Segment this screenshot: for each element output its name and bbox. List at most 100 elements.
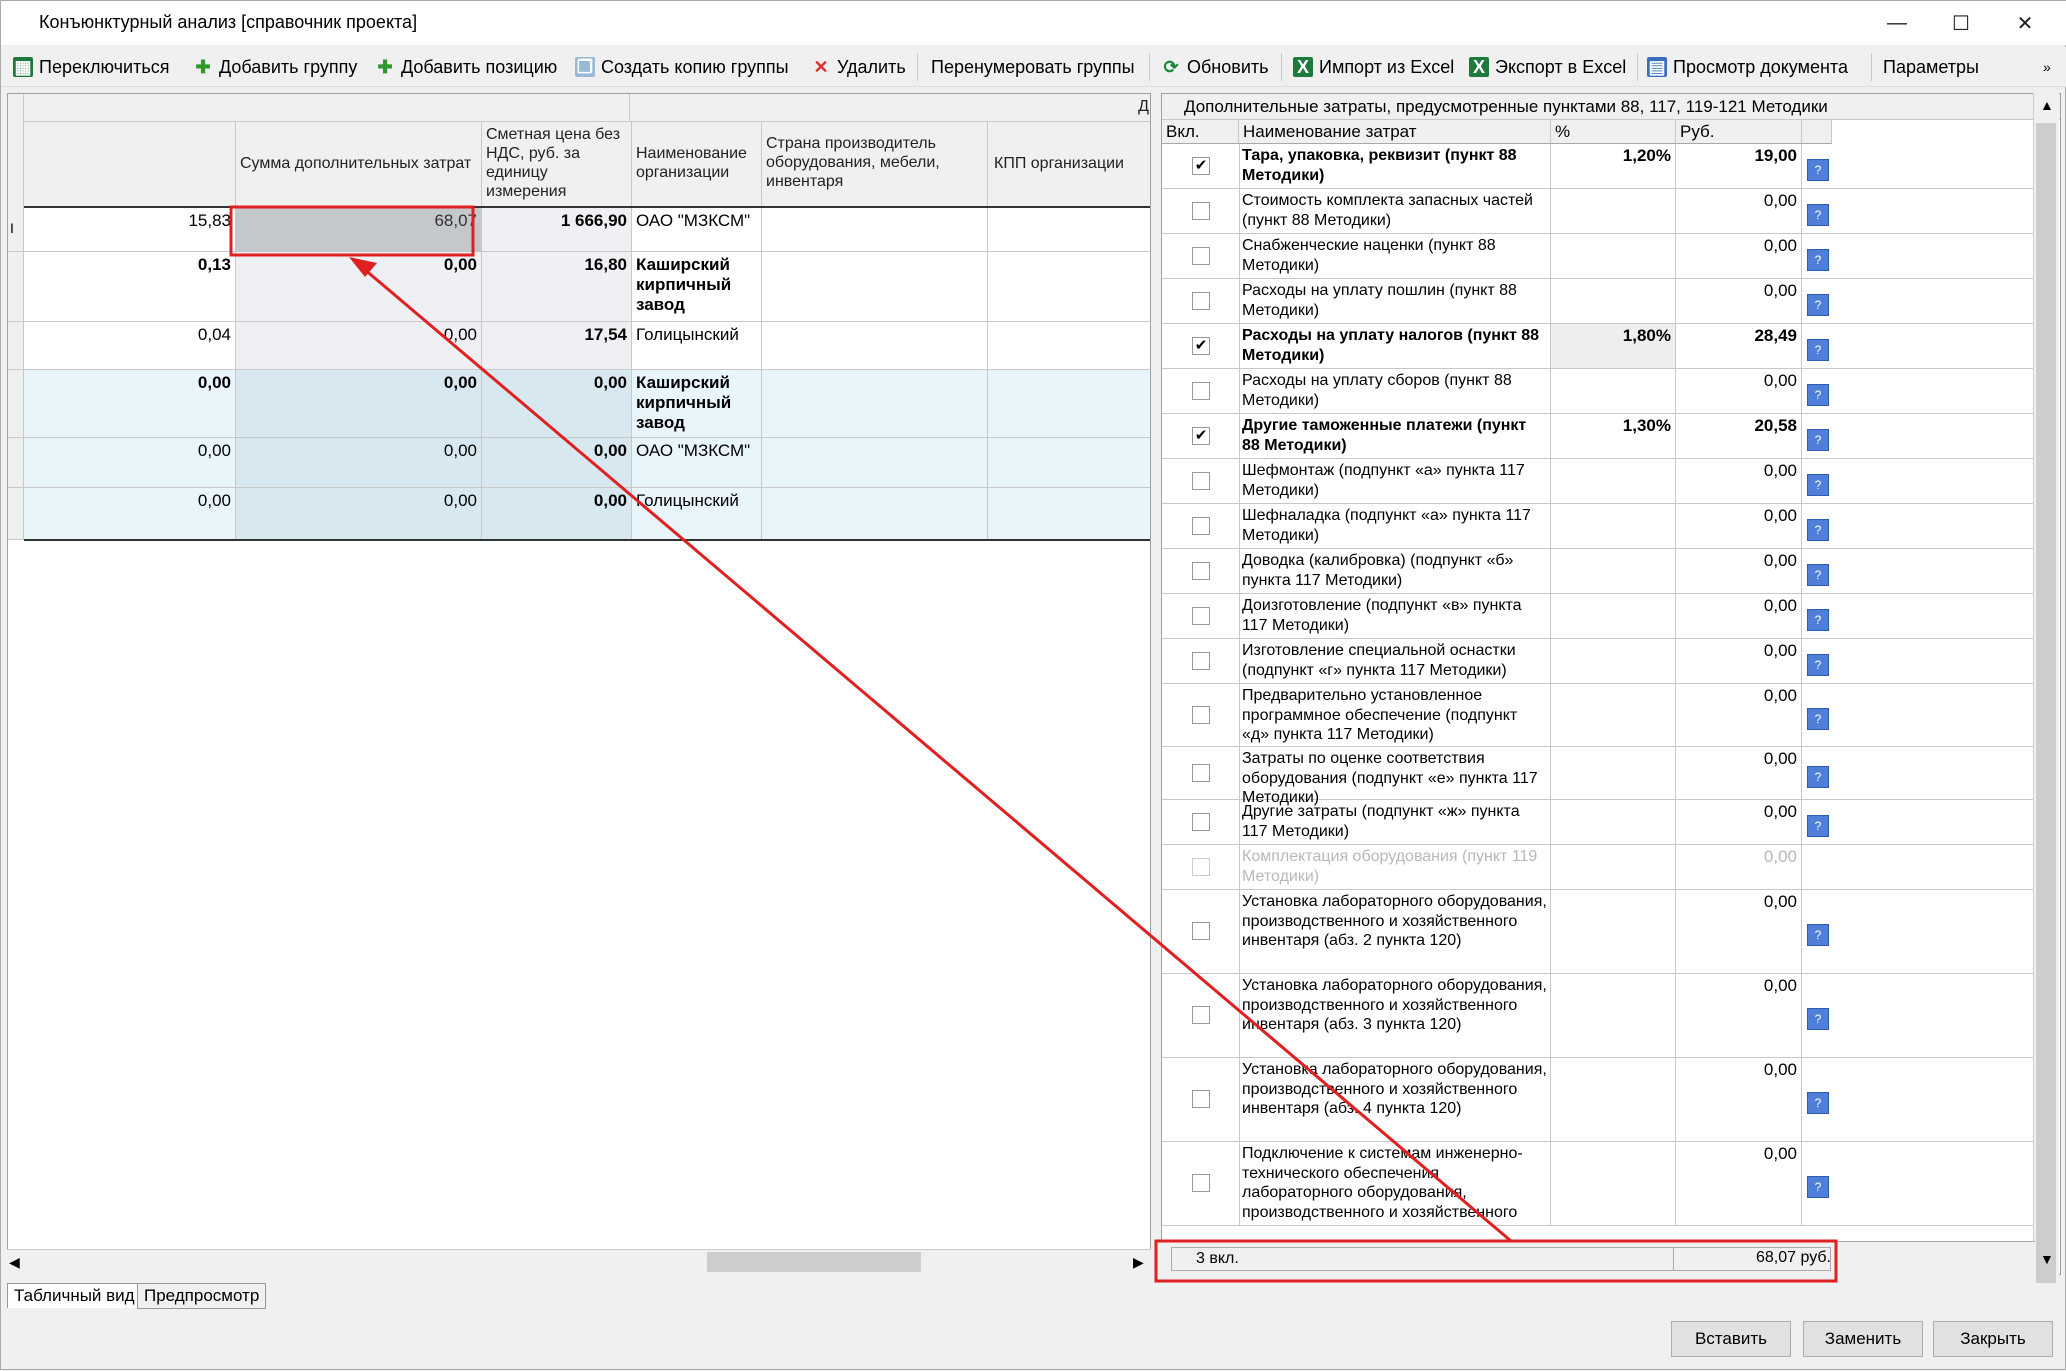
extra-cost-row[interactable]: ✔ Тара, упаковка, реквизит (пункт 88 Мето… <box>1162 144 2036 189</box>
help-icon[interactable]: ? <box>1807 1176 1829 1198</box>
cost-percent[interactable] <box>1551 504 1676 548</box>
help-icon[interactable]: ? <box>1807 708 1829 730</box>
help-icon[interactable]: ? <box>1807 519 1829 541</box>
help-icon[interactable]: ? <box>1807 474 1829 496</box>
enable-checkbox[interactable]: ✔ <box>1192 337 1210 355</box>
cost-percent[interactable] <box>1551 549 1676 593</box>
enable-checkbox[interactable]: ✔ <box>1192 157 1210 175</box>
scroll-up-icon[interactable]: ▲ <box>2040 97 2054 113</box>
cost-rub[interactable]: 0,00 <box>1676 549 1802 593</box>
cost-rub[interactable]: 28,49 <box>1676 324 1802 368</box>
cost-percent[interactable] <box>1551 189 1676 233</box>
insert-button[interactable]: Вставить <box>1671 1321 1791 1357</box>
help-icon[interactable]: ? <box>1807 429 1829 451</box>
cost-percent[interactable] <box>1551 1058 1676 1141</box>
cell-price[interactable]: 0,00 <box>482 370 632 438</box>
import-excel-button[interactable]: X Импорт из Excel <box>1293 53 1454 81</box>
extra-cost-row[interactable]: ✔ Расходы на уплату налогов (пункт 88 Мет… <box>1162 324 2036 369</box>
cost-percent[interactable] <box>1551 369 1676 413</box>
cell-org[interactable]: ОАО "МЗКСМ" <box>632 438 762 488</box>
add-position-button[interactable]: ✚ Добавить позицию <box>375 53 557 81</box>
enable-checkbox[interactable] <box>1192 382 1210 400</box>
cell-org[interactable]: Каширский кирпичный завод <box>632 252 762 322</box>
cell-sum-add[interactable]: 68,07 <box>236 208 482 252</box>
extra-cost-row[interactable]: Изготовление специальной оснастки (подпу… <box>1162 639 2036 684</box>
vertical-scrollbar[interactable]: ▲ ▼ <box>2033 93 2059 1283</box>
cell-price[interactable]: 0,00 <box>482 488 632 540</box>
cost-rub[interactable]: 0,00 <box>1676 800 1802 844</box>
cost-rub[interactable]: 0,00 <box>1676 459 1802 503</box>
col-header-kpp[interactable]: КПП организации <box>988 122 1150 208</box>
cell-kpp[interactable] <box>988 322 1150 370</box>
help-icon[interactable]: ? <box>1807 294 1829 316</box>
row-indicator[interactable] <box>8 252 24 322</box>
cost-percent[interactable]: 1,80% <box>1551 324 1676 368</box>
enable-checkbox[interactable] <box>1192 858 1210 876</box>
cell-kpp[interactable] <box>988 438 1150 488</box>
cost-rub[interactable]: 0,00 <box>1676 1142 1802 1225</box>
extra-cost-row[interactable]: Доводка (калибровка) (подпункт «б» пункт… <box>1162 549 2036 594</box>
cell-price[interactable]: 16,80 <box>482 252 632 322</box>
cost-percent[interactable] <box>1551 1142 1676 1225</box>
col-header-price[interactable]: Сметная цена без НДС, руб. за единицу из… <box>482 122 632 208</box>
cost-rub[interactable]: 0,00 <box>1676 369 1802 413</box>
help-icon[interactable]: ? <box>1807 564 1829 586</box>
extra-cost-row[interactable]: Установка лабораторного оборудования, пр… <box>1162 890 2036 974</box>
row-indicator[interactable] <box>8 370 24 438</box>
cell-price[interactable]: 1 666,90 <box>482 208 632 252</box>
extra-cost-row[interactable]: Другие затраты (подпункт «ж» пункта 117 … <box>1162 800 2036 845</box>
cost-rub[interactable]: 0,00 <box>1676 504 1802 548</box>
cell-c1[interactable]: 15,83 <box>24 208 236 252</box>
cost-percent[interactable] <box>1551 747 1676 799</box>
enable-checkbox[interactable] <box>1192 607 1210 625</box>
enable-checkbox[interactable] <box>1192 472 1210 490</box>
cost-rub[interactable]: 0,00 <box>1676 747 1802 799</box>
cost-rub[interactable]: 0,00 <box>1676 890 1802 973</box>
help-icon[interactable]: ? <box>1807 815 1829 837</box>
cell-sum-add[interactable]: 0,00 <box>236 322 482 370</box>
cell-org[interactable]: Голицынский <box>632 488 762 540</box>
cost-percent[interactable] <box>1551 594 1676 638</box>
cell-country[interactable] <box>762 488 988 540</box>
cost-percent[interactable]: 1,30% <box>1551 414 1676 458</box>
cell-c1[interactable]: 0,13 <box>24 252 236 322</box>
enable-checkbox[interactable] <box>1192 247 1210 265</box>
scroll-right-icon[interactable]: ▶ <box>1133 1254 1144 1271</box>
col-header-sum-add[interactable]: Сумма дополнительных затрат <box>236 122 482 208</box>
copy-group-button[interactable]: ❐ Создать копию группы <box>575 53 789 81</box>
extra-cost-row[interactable]: Установка лабораторного оборудования, пр… <box>1162 974 2036 1058</box>
enable-checkbox[interactable] <box>1192 292 1210 310</box>
cell-sum-add[interactable]: 0,00 <box>236 488 482 540</box>
row-indicator[interactable] <box>8 322 24 370</box>
cell-sum-add[interactable]: 0,00 <box>236 438 482 488</box>
cell-country[interactable] <box>762 438 988 488</box>
cost-percent[interactable] <box>1551 974 1676 1057</box>
extra-cost-row[interactable]: Снабженческие наценки (пункт 88 Методики… <box>1162 234 2036 279</box>
cell-sum-add[interactable]: 0,00 <box>236 370 482 438</box>
enable-checkbox[interactable] <box>1192 813 1210 831</box>
replace-button[interactable]: Заменить <box>1803 1321 1923 1357</box>
cost-percent[interactable] <box>1551 684 1676 746</box>
extra-cost-row[interactable]: ✔ Другие таможенные платежи (пункт 88 Мет… <box>1162 414 2036 459</box>
enable-checkbox[interactable] <box>1192 1174 1210 1192</box>
help-icon[interactable]: ? <box>1807 654 1829 676</box>
cell-kpp[interactable] <box>988 488 1150 540</box>
cost-percent[interactable] <box>1551 890 1676 973</box>
cost-rub[interactable]: 0,00 <box>1676 684 1802 746</box>
cost-percent[interactable] <box>1551 459 1676 503</box>
col-header-percent[interactable]: % <box>1551 120 1676 144</box>
cost-rub[interactable]: 0,00 <box>1676 845 1802 889</box>
cost-rub[interactable]: 0,00 <box>1676 234 1802 278</box>
cost-rub[interactable]: 0,00 <box>1676 279 1802 323</box>
cost-rub[interactable]: 0,00 <box>1676 974 1802 1057</box>
extra-cost-row[interactable]: Стоимость комплекта запасных частей (пун… <box>1162 189 2036 234</box>
params-button[interactable]: Параметры <box>1883 53 1979 81</box>
cell-kpp[interactable] <box>988 208 1150 252</box>
enable-checkbox[interactable] <box>1192 202 1210 220</box>
extra-cost-row[interactable]: Предварительно установленное программное… <box>1162 684 2036 747</box>
cell-org[interactable]: Каширский кирпичный завод <box>632 370 762 438</box>
cell-country[interactable] <box>762 208 988 252</box>
enable-checkbox[interactable] <box>1192 1090 1210 1108</box>
help-icon[interactable]: ? <box>1807 339 1829 361</box>
col-header-c1[interactable] <box>24 122 236 208</box>
